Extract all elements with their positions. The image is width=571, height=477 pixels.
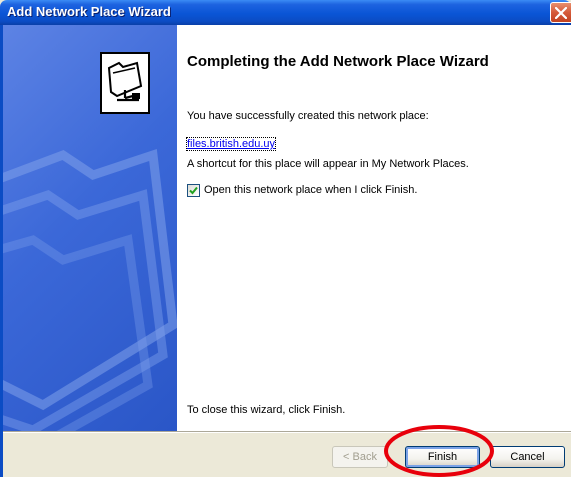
checkmark-icon bbox=[189, 186, 198, 195]
window-title: Add Network Place Wizard bbox=[7, 4, 171, 19]
close-hint: To close this wizard, click Finish. bbox=[187, 404, 346, 416]
wizard-content: Completing the Add Network Place Wizard … bbox=[177, 25, 571, 431]
open-place-checkbox-label[interactable]: Open this network place when I click Fin… bbox=[204, 184, 417, 196]
close-button[interactable] bbox=[550, 2, 571, 23]
title-bar[interactable]: Add Network Place Wizard bbox=[0, 0, 571, 25]
back-button[interactable]: < Back bbox=[332, 446, 388, 468]
finish-button[interactable]: Finish bbox=[405, 446, 480, 468]
network-place-link[interactable]: files.british.edu.uy bbox=[185, 137, 277, 151]
cancel-button[interactable]: Cancel bbox=[490, 446, 565, 468]
folder-watermark-graphic bbox=[3, 148, 177, 431]
open-place-checkbox[interactable] bbox=[187, 184, 200, 197]
page-title: Completing the Add Network Place Wizard bbox=[187, 53, 489, 70]
shortcut-message: A shortcut for this place will appear in… bbox=[187, 158, 469, 170]
success-message: You have successfully created this netwo… bbox=[187, 110, 429, 122]
button-divider bbox=[3, 431, 571, 433]
close-icon bbox=[555, 7, 567, 19]
wizard-window: Add Network Place Wizard Completing the … bbox=[0, 0, 571, 477]
wizard-sidebar bbox=[3, 25, 177, 431]
network-folder-icon bbox=[100, 52, 150, 114]
